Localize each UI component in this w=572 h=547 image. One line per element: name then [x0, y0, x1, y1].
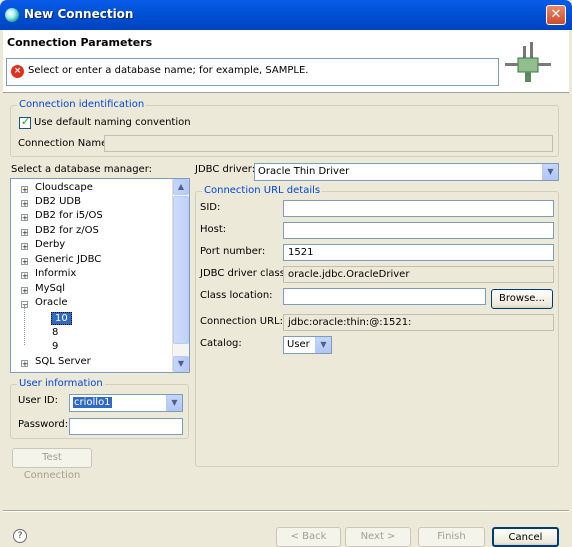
- jdbc-driver-class-field: oracle.jdbc.OracleDriver: [283, 266, 554, 283]
- class-location-field[interactable]: [283, 288, 486, 305]
- window-title: New Connection: [24, 7, 134, 21]
- close-button[interactable]: ✕: [546, 5, 566, 25]
- expand-icon[interactable]: +: [21, 258, 28, 266]
- catalog-value: User: [287, 339, 310, 350]
- connection-name-field[interactable]: [104, 135, 553, 152]
- jdbc-driver-class-label: JDBC driver class:: [200, 268, 289, 279]
- db-manager-label: Select a database manager:: [11, 164, 153, 175]
- connection-url-label: Connection URL:: [200, 316, 283, 327]
- user-information-legend: User information: [17, 378, 105, 389]
- sid-field[interactable]: [283, 200, 554, 217]
- error-icon: ×: [11, 65, 24, 78]
- back-button[interactable]: < Back: [276, 527, 341, 547]
- tree-guide-line: [24, 305, 25, 345]
- tree-item-label: 9: [52, 341, 59, 352]
- cancel-button[interactable]: Cancel: [492, 527, 559, 547]
- tree-item-label: Generic JDBC: [35, 254, 102, 265]
- next-button[interactable]: Next >: [345, 527, 411, 547]
- connection-identification-legend: Connection identification: [17, 99, 147, 110]
- jdbc-driver-value: Oracle Thin Driver: [258, 166, 350, 177]
- user-id-value: criollo1: [73, 397, 112, 408]
- connection-url-field: jdbc:oracle:thin:@:1521:: [283, 314, 554, 331]
- class-location-label: Class location:: [200, 290, 273, 301]
- scroll-thumb[interactable]: [173, 196, 189, 344]
- connection-name-label: Connection Name:: [18, 138, 111, 149]
- tree-item-label: 8: [52, 327, 59, 338]
- scroll-down-icon[interactable]: ▼: [173, 356, 189, 372]
- db-manager-tree[interactable]: + Cloudscape + DB2 UDB + DB2 for i5/OS +…: [10, 178, 190, 373]
- expand-icon[interactable]: +: [21, 272, 28, 280]
- use-default-naming-label: Use default naming convention: [34, 117, 191, 128]
- tree-item-label: DB2 UDB: [35, 196, 81, 207]
- expand-icon[interactable]: +: [21, 200, 28, 208]
- expand-icon[interactable]: +: [21, 229, 28, 237]
- jdbc-driver-label: JDBC driver:: [195, 164, 256, 175]
- password-label: Password:: [18, 419, 69, 430]
- expand-icon[interactable]: +: [21, 186, 28, 194]
- wizard-header: Connection Parameters × Select or enter …: [3, 30, 569, 93]
- port-number-label: Port number:: [200, 246, 266, 257]
- port-number-field[interactable]: 1521: [283, 244, 554, 261]
- user-id-combo[interactable]: criollo1 ▼: [69, 394, 183, 412]
- test-connection-button[interactable]: Test Connection: [12, 448, 92, 481]
- expand-icon[interactable]: +: [21, 243, 28, 251]
- title-bar[interactable]: New Connection ✕: [0, 0, 572, 30]
- browse-button[interactable]: Browse...: [491, 289, 553, 309]
- use-default-naming-checkbox[interactable]: ✓: [19, 115, 31, 129]
- tree-item-label: DB2 for z/OS: [35, 225, 99, 236]
- connection-plug-icon: [505, 42, 551, 82]
- expand-icon[interactable]: +: [21, 214, 28, 222]
- message-box: × Select or enter a database name; for e…: [6, 58, 499, 86]
- checkmark-icon: ✓: [21, 115, 31, 128]
- host-label: Host:: [200, 224, 227, 235]
- expand-icon[interactable]: +: [21, 287, 28, 295]
- scroll-up-icon[interactable]: ▲: [173, 179, 189, 195]
- tree-item-label: Cloudscape: [35, 182, 93, 193]
- sid-label: SID:: [200, 202, 221, 213]
- tree-item-label: 10: [51, 312, 72, 325]
- catalog-combo[interactable]: User ▼: [283, 336, 332, 354]
- message-text: Select or enter a database name; for exa…: [28, 65, 309, 76]
- tree-item-label: DB2 for i5/OS: [35, 210, 103, 221]
- chevron-down-icon[interactable]: ▼: [315, 337, 331, 353]
- help-icon[interactable]: ?: [13, 529, 27, 543]
- password-field[interactable]: [69, 418, 183, 435]
- catalog-label: Catalog:: [200, 338, 242, 349]
- tree-vertical-scrollbar[interactable]: ▲ ▼: [172, 179, 189, 372]
- host-field[interactable]: [283, 222, 554, 239]
- finish-button[interactable]: Finish: [418, 527, 485, 547]
- footer-separator: [3, 510, 569, 512]
- tree-item-label: Derby: [35, 239, 66, 250]
- tree-item-label: Oracle: [35, 297, 68, 308]
- expand-icon[interactable]: +: [21, 360, 28, 368]
- user-id-label: User ID:: [18, 395, 58, 406]
- tree-item-label: SQL Server: [35, 356, 91, 367]
- page-title: Connection Parameters: [7, 36, 153, 49]
- new-connection-dialog: New Connection ✕ Connection Parameters ×…: [0, 0, 572, 547]
- chevron-down-icon[interactable]: ▼: [542, 164, 558, 180]
- app-icon: [5, 8, 19, 22]
- jdbc-driver-combo[interactable]: Oracle Thin Driver ▼: [254, 163, 559, 181]
- chevron-down-icon[interactable]: ▼: [166, 395, 182, 411]
- connection-url-details-legend: Connection URL details: [202, 185, 323, 196]
- tree-item-label: Informix: [35, 268, 77, 279]
- tree-item-label: MySql: [35, 283, 66, 294]
